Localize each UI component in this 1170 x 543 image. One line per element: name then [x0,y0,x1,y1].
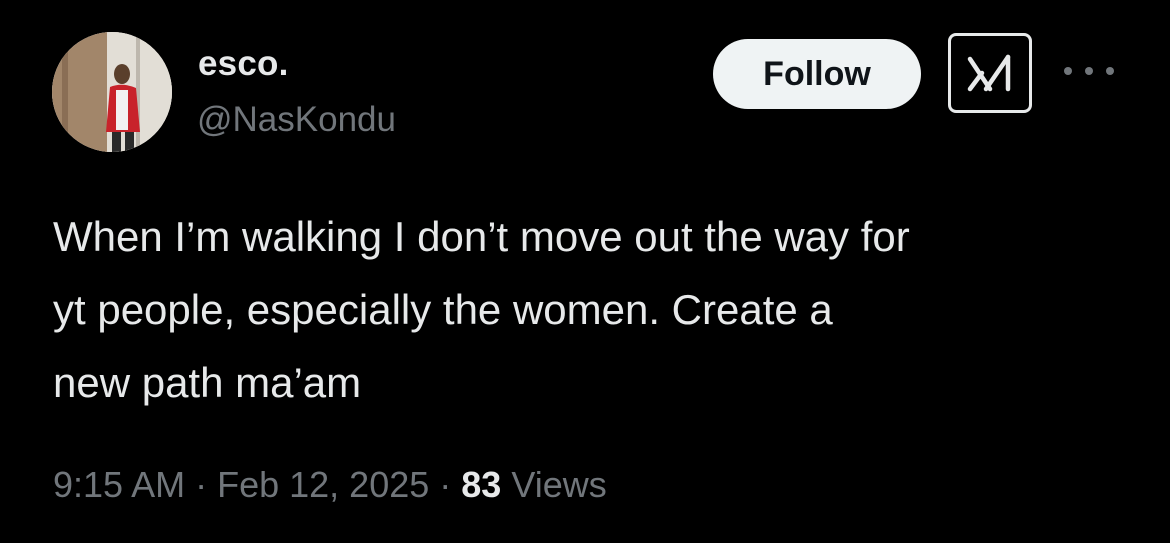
follow-button[interactable]: Follow [713,39,921,109]
avatar[interactable] [52,32,172,152]
views-label: Views [511,464,607,505]
author-display-name[interactable]: esco. [198,44,289,84]
profile-photo-icon [52,32,172,152]
more-options-button[interactable] [1064,56,1114,86]
tweet-text: When I’m walking I don’t move out the wa… [53,213,910,406]
more-horizontal-icon [1064,67,1072,75]
grok-icon [967,54,1011,92]
author-handle[interactable]: @NasKondu [197,100,396,140]
grok-button[interactable] [948,33,1032,113]
meta-separator: · [429,464,462,505]
views-count: 83 [461,464,502,505]
tweet-date[interactable]: Feb 12, 2025 [217,464,429,505]
tweet-time[interactable]: 9:15 AM [53,464,185,505]
tweet-card: esco. @NasKondu Follow When I’m walking … [0,0,1170,543]
more-horizontal-icon-dot [1106,67,1114,75]
tweet-meta: 9:15 AM · Feb 12, 2025 · 83 Views [53,464,607,506]
meta-separator: · [185,464,218,505]
more-horizontal-icon-dot [1085,67,1093,75]
